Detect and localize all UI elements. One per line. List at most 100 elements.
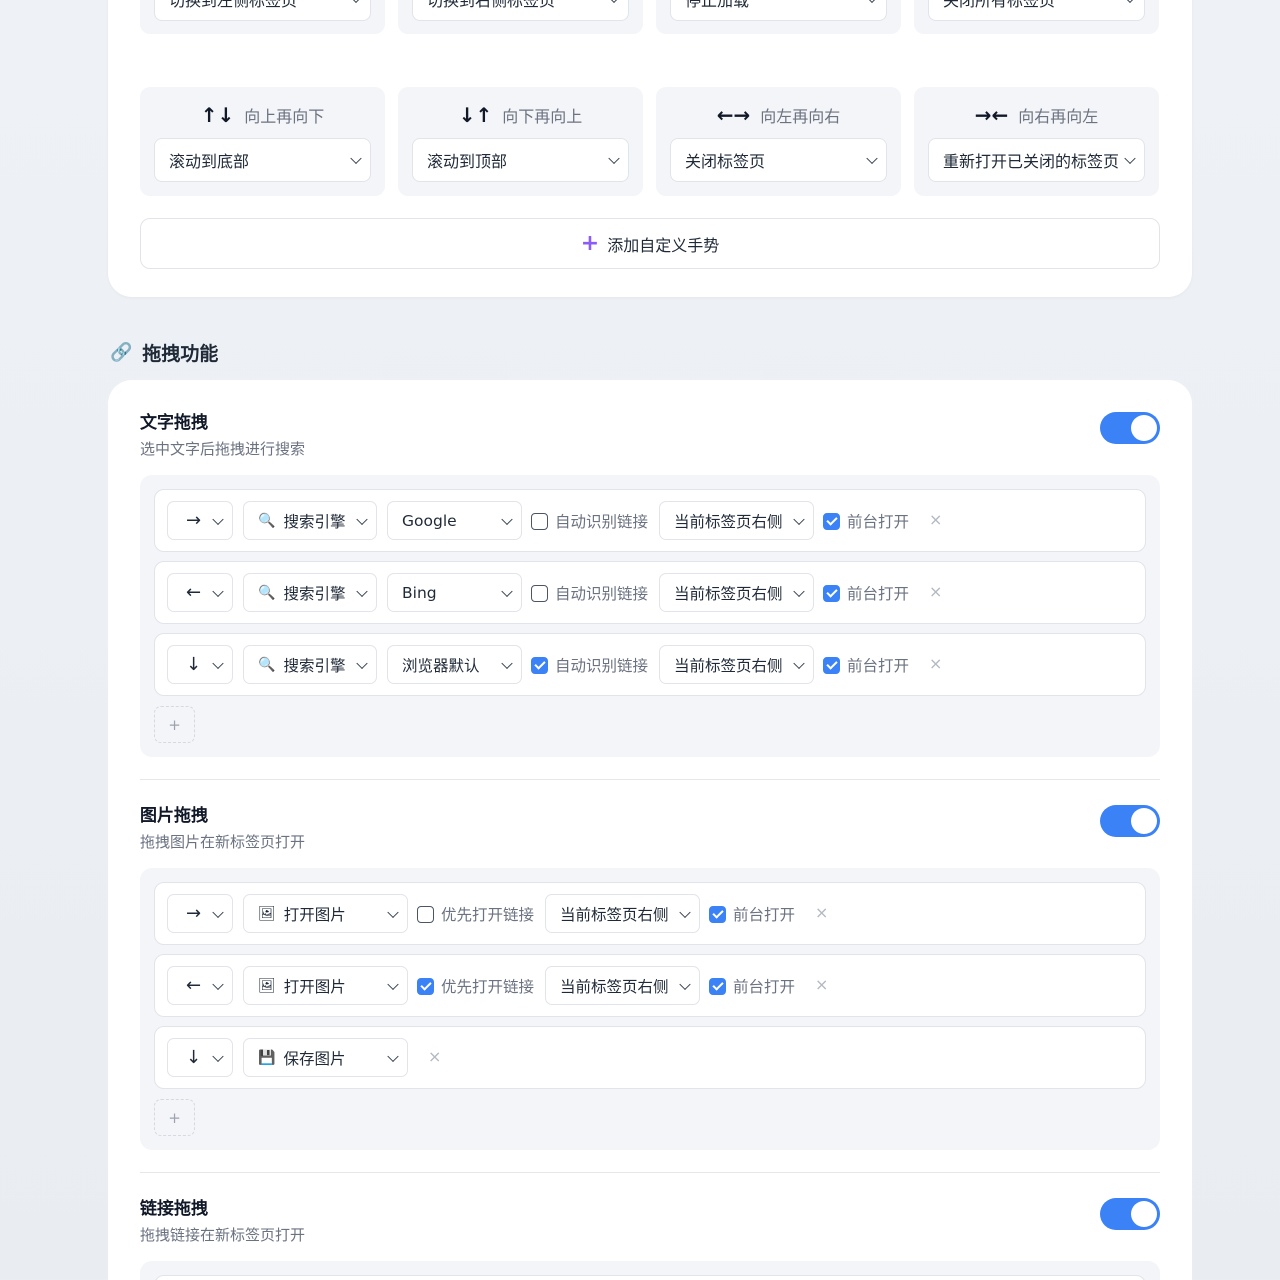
checkbox-checked-icon [531, 656, 548, 674]
auto-link-checkbox[interactable]: 自动识别链接 [531, 583, 648, 603]
auto-link-checkbox[interactable]: 自动识别链接 [531, 655, 648, 675]
direction-select[interactable]: ↓ [167, 1038, 233, 1077]
remove-rule-button[interactable]: × [428, 1047, 441, 1066]
direction-value: ← [186, 975, 202, 996]
chevron-down-icon [387, 978, 399, 990]
gesture-action-select[interactable]: 切换到左侧标签页 [154, 0, 371, 21]
plus-icon: + [580, 230, 600, 256]
remove-rule-button[interactable]: × [929, 654, 942, 673]
chevron-down-icon [350, 152, 362, 165]
add-rule-button[interactable]: + [154, 706, 195, 743]
remove-rule-button[interactable]: × [929, 582, 942, 601]
chevron-down-icon [501, 585, 513, 597]
gesture-action-select[interactable]: 停止加载 [670, 0, 887, 21]
gesture-action-select[interactable]: 重新打开已关闭的标签页 [928, 138, 1145, 182]
search-icon: 🔍 [258, 584, 276, 601]
gesture-action-select[interactable]: 关闭标签页 [670, 138, 887, 182]
gesture-action-select[interactable]: 滚动到底部 [154, 138, 371, 182]
foreground-checkbox[interactable]: 前台打开 [709, 976, 795, 996]
gesture-arrows-icon: ↓↑ [458, 103, 493, 127]
direction-value: → [186, 903, 202, 924]
chevron-down-icon [350, 0, 362, 4]
image-drag-toggle[interactable] [1100, 805, 1160, 837]
chevron-down-icon [501, 513, 513, 525]
position-select[interactable]: 当前标签页右侧 [659, 573, 814, 612]
gesture-tile: 关闭所有标签页 [914, 0, 1159, 34]
gesture-tile-down-up: ↓↑ 向下再向上 滚动到顶部 [398, 87, 643, 196]
foreground-label: 前台打开 [847, 585, 910, 603]
chevron-down-icon [356, 657, 368, 669]
checkbox-checked-icon [823, 656, 840, 674]
position-select[interactable]: 当前标签页右侧 [545, 894, 700, 933]
direction-value: ↓ [186, 1047, 202, 1068]
gesture-header: ←→ 向左再向右 [656, 101, 901, 129]
remove-rule-button[interactable]: × [815, 975, 828, 994]
chevron-down-icon [356, 585, 368, 597]
text-drag-toggle[interactable] [1100, 412, 1160, 444]
foreground-checkbox[interactable]: 前台打开 [823, 511, 909, 531]
checkbox-checked-icon [709, 977, 726, 995]
action-select[interactable]: 🔍 搜索引擎 [243, 501, 377, 540]
foreground-checkbox[interactable]: 前台打开 [709, 904, 795, 924]
action-select[interactable]: 🔍 搜索引擎 [243, 645, 377, 684]
gesture-arrows-icon: →← [974, 103, 1009, 127]
remove-rule-button[interactable]: × [929, 510, 942, 529]
gesture-header: ↓↑ 向下再向上 [398, 101, 643, 129]
link-drag-toggle[interactable] [1100, 1198, 1160, 1230]
gesture-header: →← 向右再向左 [914, 101, 1159, 129]
gesture-label: 向右再向左 [1018, 107, 1099, 126]
checkbox-checked-icon [709, 905, 726, 923]
action-value: 保存图片 [283, 1049, 346, 1068]
remove-rule-button[interactable]: × [815, 903, 828, 922]
position-select[interactable]: 当前标签页右侧 [659, 645, 814, 684]
add-custom-gesture-button[interactable]: + 添加自定义手势 [140, 218, 1160, 269]
gesture-action-value: 重新打开已关闭的标签页 [943, 152, 1120, 171]
engine-select[interactable]: Bing [387, 573, 522, 612]
prefer-link-checkbox[interactable]: 优先打开链接 [417, 904, 534, 924]
divider [140, 1172, 1160, 1173]
prefer-link-checkbox[interactable]: 优先打开链接 [417, 976, 534, 996]
direction-select[interactable]: ← [167, 573, 233, 612]
gesture-action-select[interactable]: 滚动到顶部 [412, 138, 629, 182]
text-drag-rule: ↓ 🔍 搜索引擎 浏览器默认 自动识别链接 当前标签页右侧 前台打开 × [154, 633, 1146, 696]
direction-select[interactable]: → [167, 894, 233, 933]
action-select[interactable]: 🖼 打开图片 [243, 894, 408, 933]
chevron-down-icon [501, 657, 513, 669]
image-icon: 🖼 [258, 905, 276, 922]
gesture-action-value: 停止加载 [685, 0, 750, 10]
foreground-checkbox[interactable]: 前台打开 [823, 655, 909, 675]
direction-select[interactable]: → [167, 501, 233, 540]
foreground-label: 前台打开 [733, 978, 796, 996]
action-select[interactable]: 🔍 搜索引擎 [243, 573, 377, 612]
chevron-down-icon [212, 585, 224, 597]
action-value: 打开图片 [283, 905, 346, 924]
chevron-down-icon [212, 906, 224, 918]
position-select[interactable]: 当前标签页右侧 [545, 966, 700, 1005]
action-select[interactable]: 💾 保存图片 [243, 1038, 408, 1077]
gesture-tile-up-down: ↑↓ 向上再向下 滚动到底部 [140, 87, 385, 196]
action-select[interactable]: 🖼 打开图片 [243, 966, 408, 1005]
foreground-checkbox[interactable]: 前台打开 [823, 583, 909, 603]
chevron-down-icon [793, 657, 805, 669]
image-drag-title: 图片拖拽 [140, 806, 208, 826]
position-select[interactable]: 当前标签页右侧 [659, 501, 814, 540]
chevron-down-icon [866, 0, 878, 4]
gesture-action-select[interactable]: 关闭所有标签页 [928, 0, 1145, 21]
gesture-arrows-icon: ↑↓ [200, 103, 235, 127]
engine-select[interactable]: Google [387, 501, 522, 540]
direction-select[interactable]: ← [167, 966, 233, 1005]
gesture-action-value: 关闭标签页 [685, 152, 766, 171]
auto-link-label: 自动识别链接 [555, 513, 649, 531]
engine-select[interactable]: 浏览器默认 [387, 645, 522, 684]
gesture-header: ↑↓ 向上再向下 [140, 101, 385, 129]
chevron-down-icon [387, 1050, 399, 1062]
position-value: 当前标签页右侧 [674, 512, 783, 531]
add-rule-button[interactable]: + [154, 1099, 195, 1136]
engine-value: Bing [402, 583, 437, 602]
action-value: 打开图片 [283, 977, 346, 996]
gesture-action-value: 切换到左侧标签页 [169, 0, 298, 10]
gesture-action-value: 滚动到底部 [169, 152, 250, 171]
direction-select[interactable]: ↓ [167, 645, 233, 684]
gesture-action-select[interactable]: 切换到右侧标签页 [412, 0, 629, 21]
auto-link-checkbox[interactable]: 自动识别链接 [531, 511, 648, 531]
